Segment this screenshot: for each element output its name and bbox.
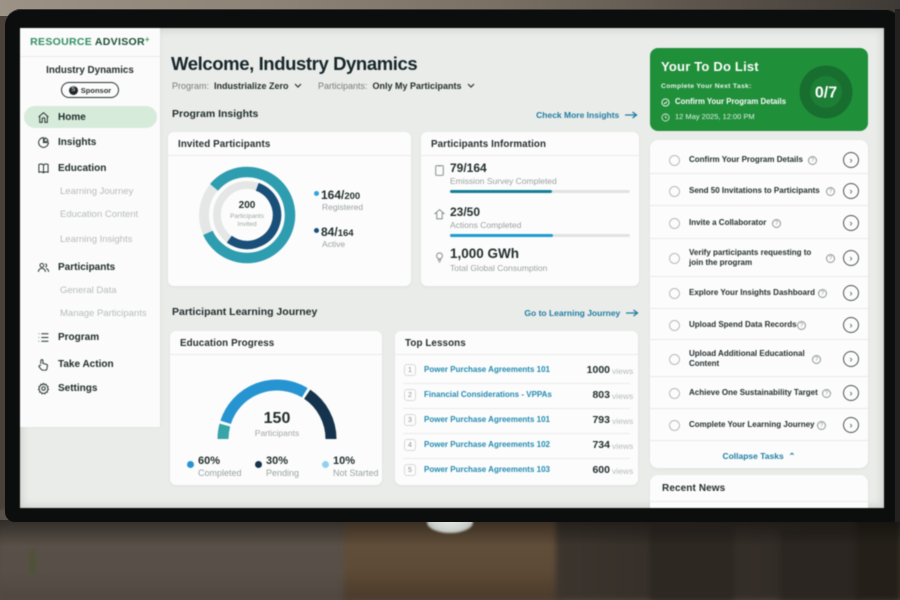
svg-text:0/7: 0/7 <box>815 85 837 102</box>
